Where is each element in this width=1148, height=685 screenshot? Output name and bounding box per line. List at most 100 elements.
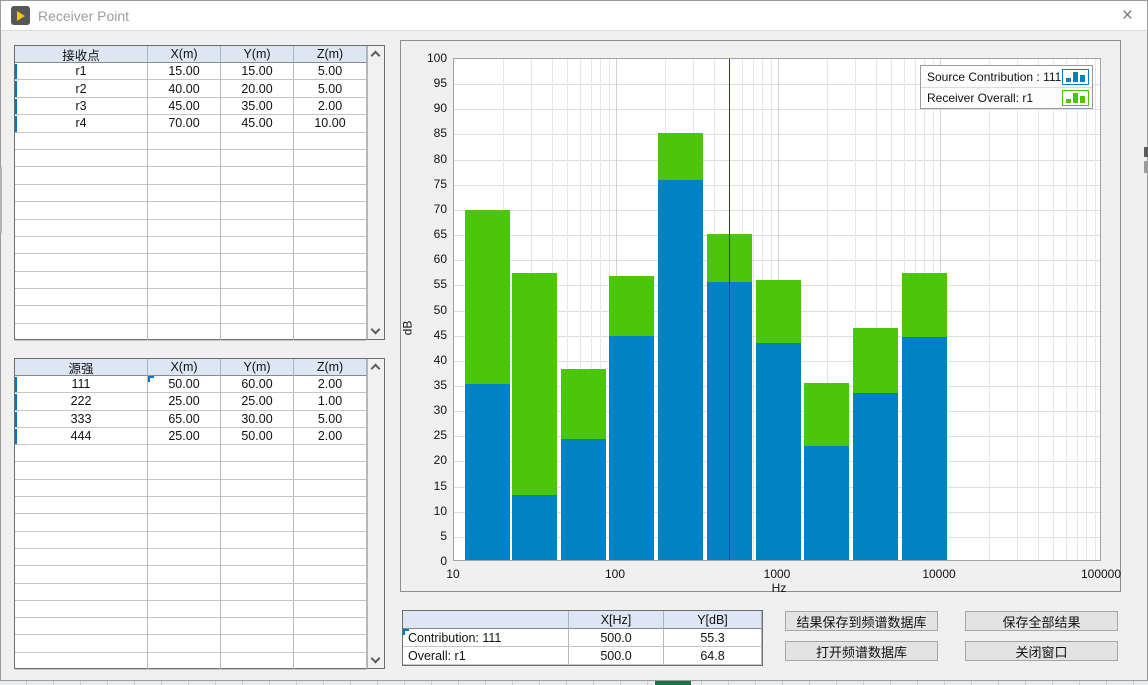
source-strength-table[interactable]: 源强X(m)Y(m)Z(m) 11150.0060.002.0022225.00…	[14, 358, 385, 669]
plot-area[interactable]: Source Contribution : 111 Receiver Overa…	[453, 58, 1101, 561]
table-cell[interactable]: 5.00	[294, 80, 367, 97]
table-cell[interactable]	[148, 514, 221, 531]
table-cell[interactable]: 25.00	[148, 393, 221, 410]
table-row[interactable]	[15, 150, 384, 167]
table-cell[interactable]	[15, 185, 148, 202]
table-cell[interactable]	[148, 237, 221, 254]
table-cell[interactable]	[15, 514, 148, 531]
table-cell[interactable]	[15, 584, 148, 601]
table-cell[interactable]	[221, 306, 294, 323]
bar-segment-overall-250hz[interactable]	[658, 133, 703, 179]
close-icon[interactable]: ×	[1122, 6, 1133, 25]
table-cell[interactable]	[148, 566, 221, 583]
chart-cursor-line[interactable]	[729, 59, 730, 560]
table-cell[interactable]	[294, 514, 367, 531]
table-cell[interactable]	[294, 167, 367, 184]
table-cell[interactable]	[221, 237, 294, 254]
table-cell[interactable]	[221, 185, 294, 202]
table-row[interactable]	[15, 584, 384, 601]
table-cell[interactable]	[15, 202, 148, 219]
table-row[interactable]	[15, 635, 384, 652]
table-cell[interactable]	[148, 324, 221, 341]
table-row[interactable]	[15, 462, 384, 479]
table-cell[interactable]	[221, 254, 294, 271]
table-cell[interactable]: Contribution: 111	[403, 629, 569, 647]
bar-segment-overall-2000hz[interactable]	[804, 383, 849, 445]
table-cell[interactable]	[294, 497, 367, 514]
table-cell[interactable]	[294, 289, 367, 306]
table-row[interactable]: 33365.0030.005.00	[15, 411, 384, 428]
table-cell[interactable]	[221, 514, 294, 531]
table-row[interactable]	[15, 289, 384, 306]
table-cell[interactable]: r4	[15, 115, 148, 132]
table-row[interactable]	[15, 445, 384, 462]
table-cell[interactable]	[15, 254, 148, 271]
bar-segment-contribution-2000hz[interactable]	[804, 446, 849, 560]
bar-segment-overall-16hz[interactable]	[465, 210, 510, 384]
table-cell[interactable]	[15, 220, 148, 237]
table-cell[interactable]	[294, 202, 367, 219]
table-cell[interactable]: 111	[15, 376, 148, 393]
cursor-readout-table[interactable]: X[Hz]Y[dB]Contribution: 111500.055.3Over…	[402, 610, 763, 666]
table-cell[interactable]	[221, 445, 294, 462]
table-row[interactable]	[15, 237, 384, 254]
table-cell[interactable]: 5.00	[294, 411, 367, 428]
table-cell[interactable]: 60.00	[221, 376, 294, 393]
table-row[interactable]: 22225.0025.001.00	[15, 393, 384, 410]
cursor-readout-row[interactable]: Contribution: 111500.055.3	[403, 629, 762, 647]
table-cell[interactable]	[294, 272, 367, 289]
table-cell[interactable]	[221, 133, 294, 150]
table-cell[interactable]	[15, 289, 148, 306]
table-cell[interactable]	[15, 566, 148, 583]
table-cell[interactable]	[294, 584, 367, 601]
table-row[interactable]	[15, 514, 384, 531]
table-cell[interactable]	[148, 306, 221, 323]
table-cell[interactable]	[221, 202, 294, 219]
table-row[interactable]	[15, 480, 384, 497]
table-cell[interactable]	[294, 150, 367, 167]
table-cell[interactable]	[148, 133, 221, 150]
table-cell[interactable]	[148, 532, 221, 549]
table-cell[interactable]	[294, 618, 367, 635]
bar-segment-contribution-1000hz[interactable]	[756, 343, 801, 560]
table-cell[interactable]	[15, 618, 148, 635]
table-cell[interactable]: r1	[15, 63, 148, 80]
table-row[interactable]	[15, 202, 384, 219]
bar-segment-contribution-4000hz[interactable]	[853, 393, 898, 560]
table-cell[interactable]: 500.0	[569, 629, 664, 647]
table-cell[interactable]: 500.0	[569, 647, 664, 665]
table-cell[interactable]	[15, 237, 148, 254]
bar-segment-overall-4000hz[interactable]	[853, 328, 898, 393]
table-cell[interactable]	[148, 549, 221, 566]
bar-segment-overall-31.5hz[interactable]	[512, 273, 557, 495]
bar-segment-overall-63hz[interactable]	[561, 369, 606, 439]
table-cell[interactable]: 1.00	[294, 393, 367, 410]
table-row[interactable]	[15, 653, 384, 670]
table-cell[interactable]	[221, 289, 294, 306]
table-cell[interactable]	[221, 272, 294, 289]
table-cell[interactable]: 30.00	[221, 411, 294, 428]
table-row[interactable]	[15, 185, 384, 202]
table-cell[interactable]	[221, 462, 294, 479]
table-cell[interactable]: r3	[15, 98, 148, 115]
table-cell[interactable]	[15, 445, 148, 462]
open-spectrum-db-button[interactable]: 打开频谱数据库	[785, 641, 938, 661]
bar-segment-contribution-8000hz[interactable]	[902, 337, 947, 560]
cursor-readout-row[interactable]: Overall: r1500.064.8	[403, 647, 762, 665]
table-cell[interactable]: 50.00	[221, 428, 294, 445]
table-cell[interactable]	[221, 566, 294, 583]
table-cell[interactable]: 15.00	[221, 63, 294, 80]
table-row[interactable]	[15, 254, 384, 271]
table-cell[interactable]	[15, 653, 148, 670]
source-table-scrollbar[interactable]	[367, 359, 384, 668]
bar-segment-contribution-63hz[interactable]	[561, 439, 606, 560]
table-cell[interactable]: 70.00	[148, 115, 221, 132]
table-cell[interactable]: 45.00	[148, 98, 221, 115]
table-cell[interactable]	[148, 289, 221, 306]
table-row[interactable]	[15, 272, 384, 289]
table-cell[interactable]	[294, 237, 367, 254]
table-cell[interactable]: 25.00	[221, 393, 294, 410]
bar-segment-overall-125hz[interactable]	[609, 276, 654, 336]
table-cell[interactable]	[15, 549, 148, 566]
save-all-results-button[interactable]: 保存全部结果	[965, 611, 1118, 631]
